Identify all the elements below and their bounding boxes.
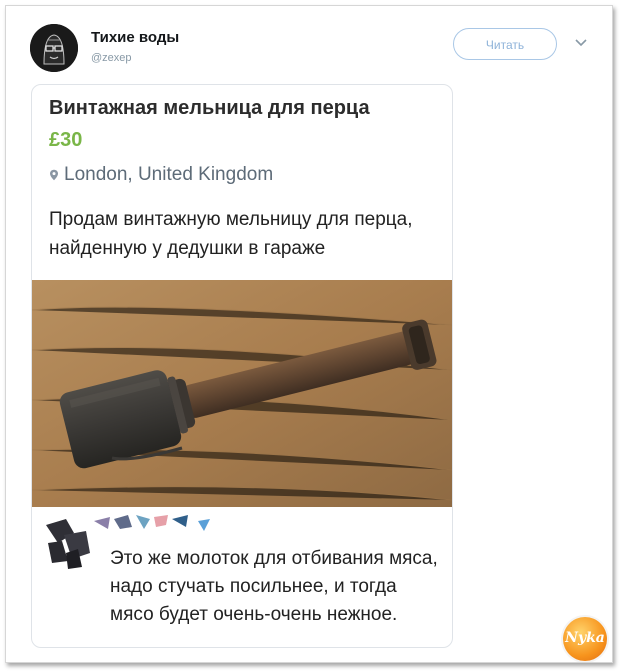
- reply-comment: Это же молоток для отбивания мяса, надо …: [110, 548, 438, 625]
- chevron-down-icon[interactable]: [574, 36, 588, 50]
- watermark-text: Nykа: [565, 630, 605, 646]
- follow-button[interactable]: Читать: [453, 28, 557, 60]
- listing-price: £30: [49, 129, 83, 151]
- avatar-face-icon: [30, 24, 78, 72]
- tweet-card: Тихие воды @zexep Читать Винтажная мельн…: [5, 5, 613, 663]
- author-handle[interactable]: @zexep: [91, 52, 132, 64]
- author-name[interactable]: Тихие воды: [91, 29, 179, 46]
- location-pin-icon: [50, 169, 58, 181]
- listing-description: Продам винтажную мельницу для перца, най…: [49, 209, 413, 259]
- listing-location: London, United Kingdom: [49, 164, 273, 186]
- listing-location-text: London, United Kingdom: [64, 164, 274, 185]
- avatar[interactable]: [30, 24, 78, 72]
- listing-title: Винтажная мельница для перца: [49, 97, 370, 119]
- listing-photo: [32, 280, 452, 507]
- tweet-image[interactable]: Винтажная мельница для перца £30 London,…: [31, 84, 453, 648]
- watermark-logo: Nykа: [563, 617, 607, 661]
